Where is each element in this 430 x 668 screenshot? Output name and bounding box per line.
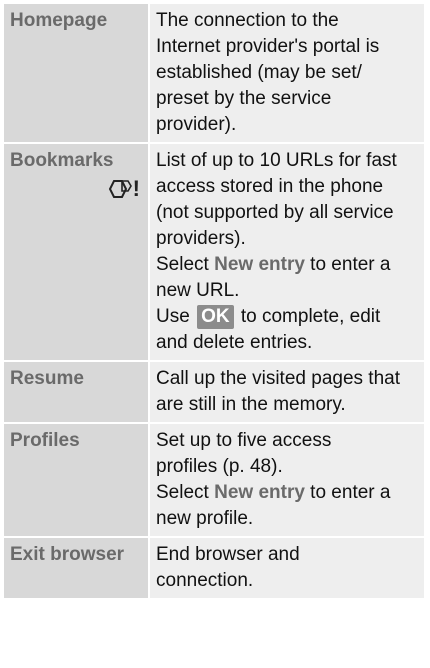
table-row: Profiles Set up to five access profiles … xyxy=(4,424,424,538)
description-resume: Call up the visited pages that are still… xyxy=(150,362,424,422)
description-exit-browser: End browser and connection. xyxy=(150,538,424,598)
term-homepage: Homepage xyxy=(4,4,148,142)
table-row: Resume Call up the visited pages that ar… xyxy=(4,362,424,424)
shortcut-icons: ! xyxy=(108,176,140,202)
description-line: providers). xyxy=(156,228,246,249)
description-line: are still in the memory. xyxy=(156,394,346,415)
description-line: Call up the visited pages that xyxy=(156,368,400,389)
term-resume: Resume xyxy=(4,362,148,422)
description-line: Internet provider's portal is xyxy=(156,36,380,57)
menu-description-table: Homepage The connection to the Internet … xyxy=(4,4,424,600)
text-fragment: Select xyxy=(156,254,215,275)
new-entry-keyword: New entry xyxy=(214,482,305,503)
description-line: profiles (p. 48). xyxy=(156,456,283,477)
description-homepage: The connection to the Internet provider'… xyxy=(150,4,424,142)
description-line: access stored in the phone xyxy=(156,176,384,197)
description-line: End browser and xyxy=(156,544,300,565)
exclamation-icon: ! xyxy=(132,176,140,201)
description-line: Select New entry to enter a xyxy=(156,252,418,278)
term-bookmarks-cell: Bookmarks ! xyxy=(4,144,148,360)
ok-key-label: OK xyxy=(197,305,234,329)
text-fragment: Use xyxy=(156,306,196,327)
table-row: Bookmarks ! List of up to 10 URLs for fa… xyxy=(4,144,424,362)
description-line: preset by the service xyxy=(156,88,332,109)
description-line: connection. xyxy=(156,570,254,591)
description-bookmarks: List of up to 10 URLs for fast access st… xyxy=(150,144,424,360)
term-exit-browser: Exit browser xyxy=(4,538,148,598)
table-row: Exit browser End browser and connection. xyxy=(4,538,424,600)
description-line: new profile. xyxy=(156,508,254,529)
description-line: established (may be set/ xyxy=(156,62,362,83)
description-line: Use OK to complete, edit xyxy=(156,304,418,330)
description-line: and delete entries. xyxy=(156,332,313,353)
description-line: Select New entry to enter a xyxy=(156,480,418,506)
description-profiles: Set up to five access profiles (p. 48). … xyxy=(150,424,424,536)
description-line: provider). xyxy=(156,114,237,135)
description-line: new URL. xyxy=(156,280,240,301)
text-fragment: to complete, edit xyxy=(235,306,381,327)
new-entry-keyword: New entry xyxy=(214,254,305,275)
text-fragment: Select xyxy=(156,482,215,503)
description-line: Set up to five access xyxy=(156,430,332,451)
text-fragment: to enter a xyxy=(304,254,391,275)
description-line: List of up to 10 URLs for fast xyxy=(156,150,397,171)
table-row: Homepage The connection to the Internet … xyxy=(4,4,424,144)
term-bookmarks: Bookmarks xyxy=(10,150,114,171)
description-line: The connection to the xyxy=(156,10,339,31)
text-fragment: to enter a xyxy=(304,482,391,503)
shortcut-key-icon xyxy=(108,180,132,198)
term-profiles: Profiles xyxy=(4,424,148,536)
description-line: (not supported by all service xyxy=(156,202,394,223)
